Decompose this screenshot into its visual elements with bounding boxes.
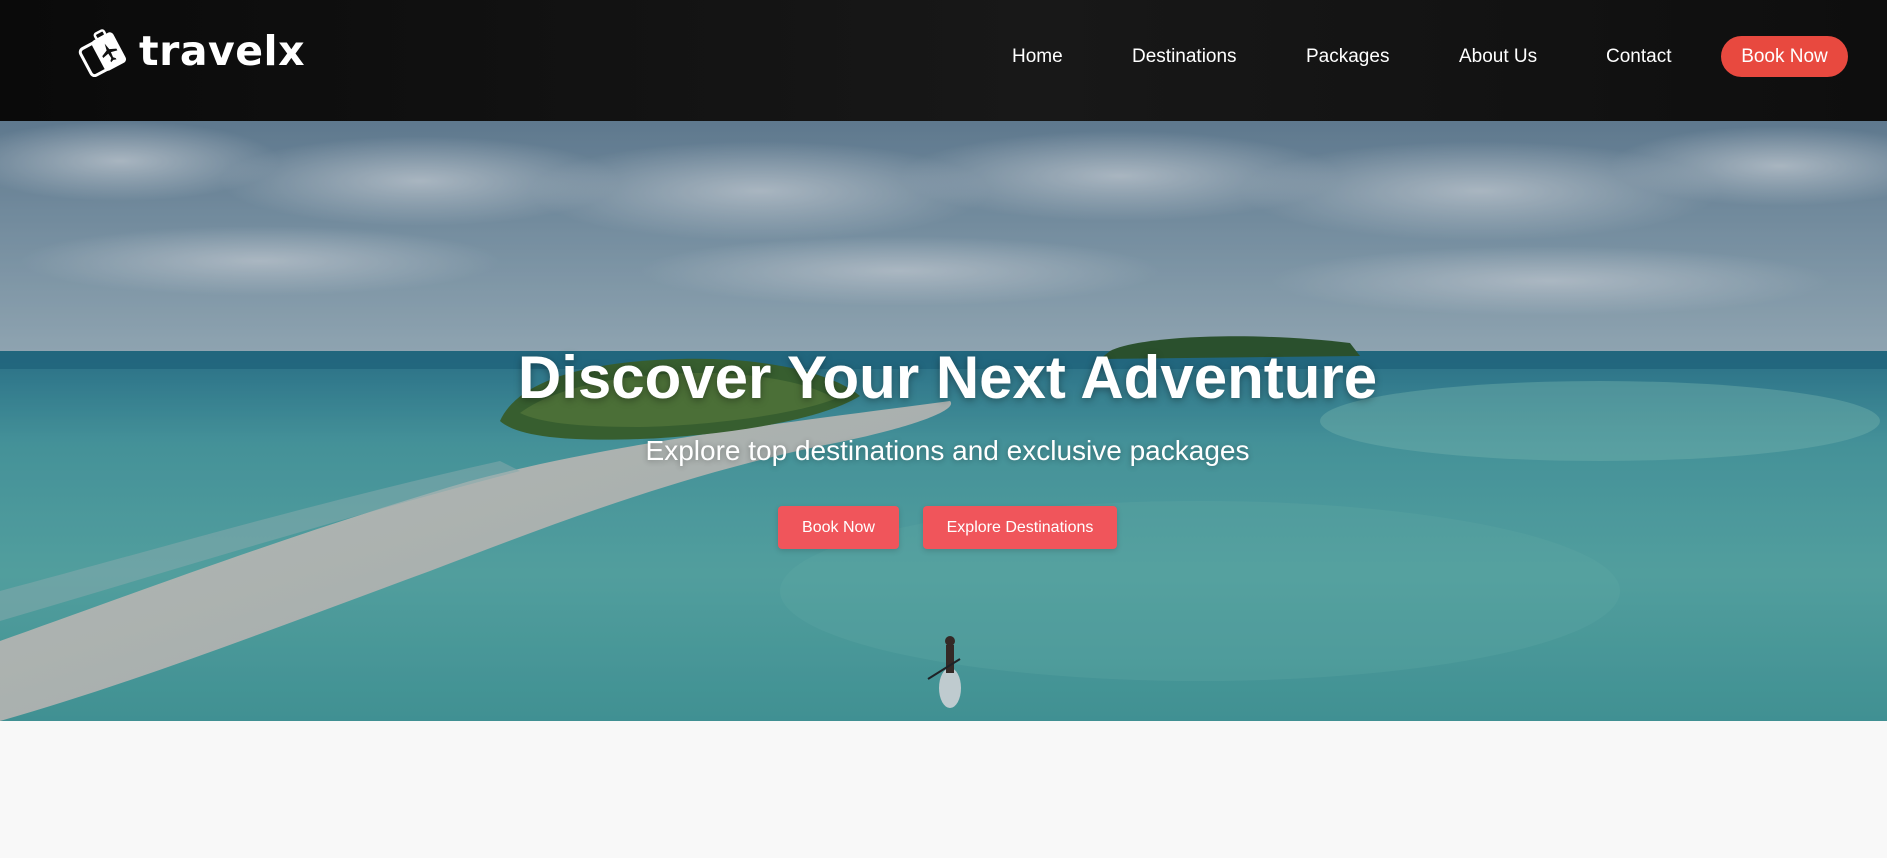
- nav-link-contact[interactable]: Contact: [1606, 46, 1671, 68]
- nav-link-home[interactable]: Home: [1012, 46, 1063, 68]
- nav-link-about-us[interactable]: About Us: [1459, 46, 1537, 68]
- hero-book-now-button[interactable]: Book Now: [778, 506, 899, 549]
- hero-subtitle: Explore top destinations and exclusive p…: [645, 435, 1250, 466]
- explore-destinations-button[interactable]: Explore Destinations: [923, 506, 1117, 549]
- hero-section: Discover Your Next Adventure Explore top…: [0, 121, 1887, 721]
- hero-title: Discover Your Next Adventure: [517, 344, 1378, 411]
- nav-link-destinations[interactable]: Destinations: [1132, 46, 1237, 68]
- page-content-area: [0, 721, 1887, 858]
- top-navbar: travelx Home Destinations Packages About…: [0, 0, 1887, 121]
- main-nav: Home Destinations Packages About Us Cont…: [0, 0, 1887, 121]
- nav-book-now-button[interactable]: Book Now: [1721, 36, 1848, 77]
- nav-link-packages[interactable]: Packages: [1306, 46, 1389, 68]
- hero-overlay: [0, 121, 1887, 721]
